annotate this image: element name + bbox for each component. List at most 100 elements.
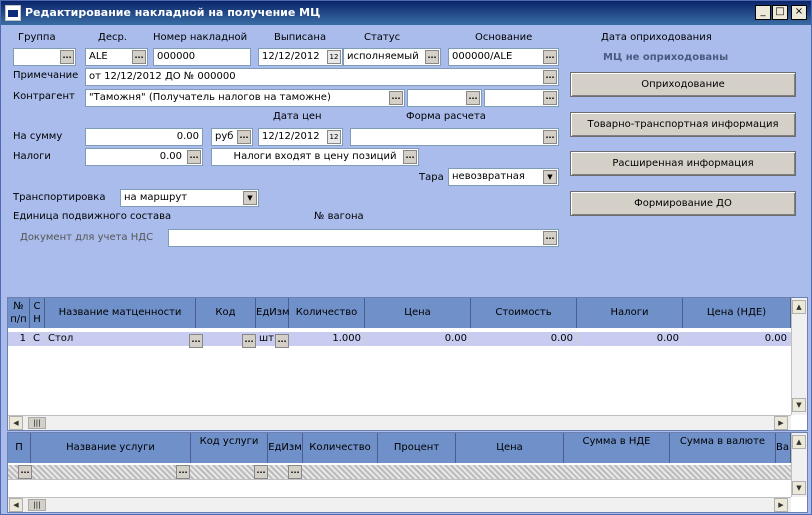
scroll-right-icon[interactable]: ▶: [774, 416, 788, 430]
col-header-cost[interactable]: Стоимость: [471, 298, 577, 328]
col-header-unit[interactable]: ЕдИзм: [256, 298, 290, 328]
row-taxes[interactable]: 0.00: [577, 332, 683, 346]
note-field[interactable]: от 12/12/2012 ДО № 000000 ...: [85, 68, 559, 86]
col-header-service-code[interactable]: Код услуги: [191, 433, 268, 463]
title-bar[interactable]: Редактирование накладной на получение МЦ…: [1, 1, 811, 25]
col-header-p[interactable]: П: [8, 433, 31, 463]
receive-button[interactable]: Оприходование: [570, 72, 796, 97]
code-lookup-button[interactable]: ...: [242, 334, 256, 348]
issued-date-field[interactable]: 12/12/2012 12: [258, 48, 343, 66]
minimize-button[interactable]: _: [755, 5, 771, 20]
col-header-price-nde[interactable]: Цена (НДЕ): [683, 298, 791, 328]
taxes-field[interactable]: 0.00 ...: [85, 148, 203, 166]
descr-lookup-button[interactable]: ...: [132, 50, 146, 64]
counterparty-lookup-button[interactable]: ...: [389, 91, 403, 105]
scroll-up-icon[interactable]: ▲: [792, 300, 806, 314]
currency-lookup-button[interactable]: ...: [237, 130, 251, 144]
chevron-down-icon[interactable]: ▼: [243, 191, 257, 205]
status-lookup-button[interactable]: ...: [425, 50, 439, 64]
payment-form-field[interactable]: ...: [350, 128, 559, 146]
service-unit-lookup-button[interactable]: ...: [288, 465, 302, 479]
services-empty-row[interactable]: ... ... ... ...: [8, 465, 791, 480]
row-qty[interactable]: 1.000: [289, 332, 365, 346]
group-lookup-button[interactable]: ...: [60, 50, 74, 64]
payment-form-lookup-button[interactable]: ...: [543, 130, 557, 144]
col-header-num[interactable]: № п/п: [8, 298, 30, 328]
transport-select[interactable]: на маршрут ▼: [120, 189, 259, 207]
unit-lookup-button[interactable]: ...: [275, 334, 289, 348]
col-header-sum-currency[interactable]: Сумма в валюте: [670, 433, 776, 463]
service-code-lookup-button[interactable]: ...: [254, 465, 268, 479]
scroll-down-icon[interactable]: ▼: [792, 398, 806, 412]
counterparty-extra-lookup-2[interactable]: ...: [543, 91, 557, 105]
close-button[interactable]: ×: [791, 5, 807, 20]
service-name-lookup-button[interactable]: ...: [176, 465, 190, 479]
counterparty-extra-field-1[interactable]: ...: [407, 89, 482, 107]
col-header-service-qty[interactable]: Количество: [303, 433, 378, 463]
vat-doc-field[interactable]: ...: [168, 229, 559, 247]
col-header-price[interactable]: Цена: [365, 298, 471, 328]
col-header-sum-nde[interactable]: Сумма в НДЕ: [564, 433, 670, 463]
taxes-lookup-button[interactable]: ...: [187, 150, 201, 164]
descr-field[interactable]: ALE ...: [85, 48, 148, 66]
scroll-down-icon[interactable]: ▼: [792, 481, 806, 495]
tax-mode-lookup-button[interactable]: ...: [403, 150, 417, 164]
basis-lookup-button[interactable]: ...: [543, 50, 557, 64]
issued-header: Выписана: [274, 32, 327, 43]
invoice-number-field[interactable]: 000000: [153, 48, 251, 66]
extended-info-button[interactable]: Расширенная информация: [570, 151, 796, 176]
price-calendar-icon[interactable]: 12: [327, 130, 341, 144]
rolling-unit-label: Единица подвижного состава: [13, 211, 172, 222]
goods-vertical-scrollbar[interactable]: ▲ ▼: [791, 298, 807, 415]
counterparty-value: "Таможня" (Получатель налогов на таможне…: [89, 92, 331, 103]
counterparty-field[interactable]: "Таможня" (Получатель налогов на таможне…: [85, 89, 405, 107]
row-cost[interactable]: 0.00: [471, 332, 577, 346]
item-name-lookup-button[interactable]: ...: [189, 334, 203, 348]
transport-value: на маршрут: [124, 192, 188, 203]
tara-select[interactable]: невозвратная ▼: [448, 168, 559, 186]
scroll-left-icon[interactable]: ◀: [9, 416, 23, 430]
services-horizontal-scrollbar[interactable]: ◀ ||| ▶: [8, 497, 791, 512]
transport-info-button[interactable]: Товарно-транспортная информация: [570, 112, 796, 137]
calendar-icon[interactable]: 12: [327, 50, 341, 64]
col-header-service-name[interactable]: Название услуги: [31, 433, 191, 463]
row-price[interactable]: 0.00: [365, 332, 471, 346]
vat-doc-lookup-button[interactable]: ...: [543, 231, 557, 245]
chevron-down-icon[interactable]: ▼: [543, 170, 557, 184]
sum-field[interactable]: 0.00: [85, 128, 203, 146]
basis-field[interactable]: 000000/ALE ...: [448, 48, 559, 66]
tax-mode-field[interactable]: Налоги входят в цену позиций ...: [211, 148, 419, 166]
maximize-button[interactable]: □: [772, 5, 788, 20]
service-p-lookup-button[interactable]: ...: [18, 465, 32, 479]
counterparty-extra-lookup-1[interactable]: ...: [466, 91, 480, 105]
col-header-service-price[interactable]: Цена: [456, 433, 564, 463]
scroll-left-icon[interactable]: ◀: [9, 498, 23, 512]
col-header-percent[interactable]: Процент: [378, 433, 456, 463]
col-header-taxes[interactable]: Налоги: [577, 298, 683, 328]
status-field[interactable]: исполняемый ...: [343, 48, 441, 66]
col-header-qty[interactable]: Количество: [289, 298, 365, 328]
group-field[interactable]: ...: [13, 48, 76, 66]
note-lookup-button[interactable]: ...: [543, 70, 557, 84]
col-header-item-name[interactable]: Название матценности: [45, 298, 196, 328]
col-header-service-unit[interactable]: ЕдИзм: [268, 433, 303, 463]
goods-table[interactable]: № п/п С Н Название матценности Код ЕдИзм…: [7, 297, 808, 431]
row-price-nde[interactable]: 0.00: [683, 332, 791, 346]
col-header-va[interactable]: Ва: [776, 433, 791, 463]
scroll-right-icon[interactable]: ▶: [774, 498, 788, 512]
edit-invoice-window: Редактирование накладной на получение МЦ…: [0, 0, 812, 515]
scroll-up-icon[interactable]: ▲: [792, 435, 806, 449]
col-header-code[interactable]: Код: [196, 298, 256, 328]
scroll-thumb[interactable]: |||: [28, 499, 46, 511]
descr-header: Деср.: [98, 32, 127, 43]
col-header-cn[interactable]: С Н: [30, 298, 45, 328]
counterparty-extra-field-2[interactable]: ...: [484, 89, 559, 107]
form-do-button[interactable]: Формирование ДО: [570, 191, 796, 216]
goods-horizontal-scrollbar[interactable]: ◀ ||| ▶: [8, 415, 791, 430]
row-item-name[interactable]: Стол: [45, 332, 196, 346]
currency-field[interactable]: руб ...: [211, 128, 253, 146]
services-vertical-scrollbar[interactable]: ▲ ▼: [791, 433, 807, 497]
price-date-field[interactable]: 12/12/2012 12: [258, 128, 343, 146]
services-table[interactable]: П Название услуги Код услуги ЕдИзм Колич…: [7, 432, 808, 513]
scroll-thumb[interactable]: |||: [28, 417, 46, 429]
